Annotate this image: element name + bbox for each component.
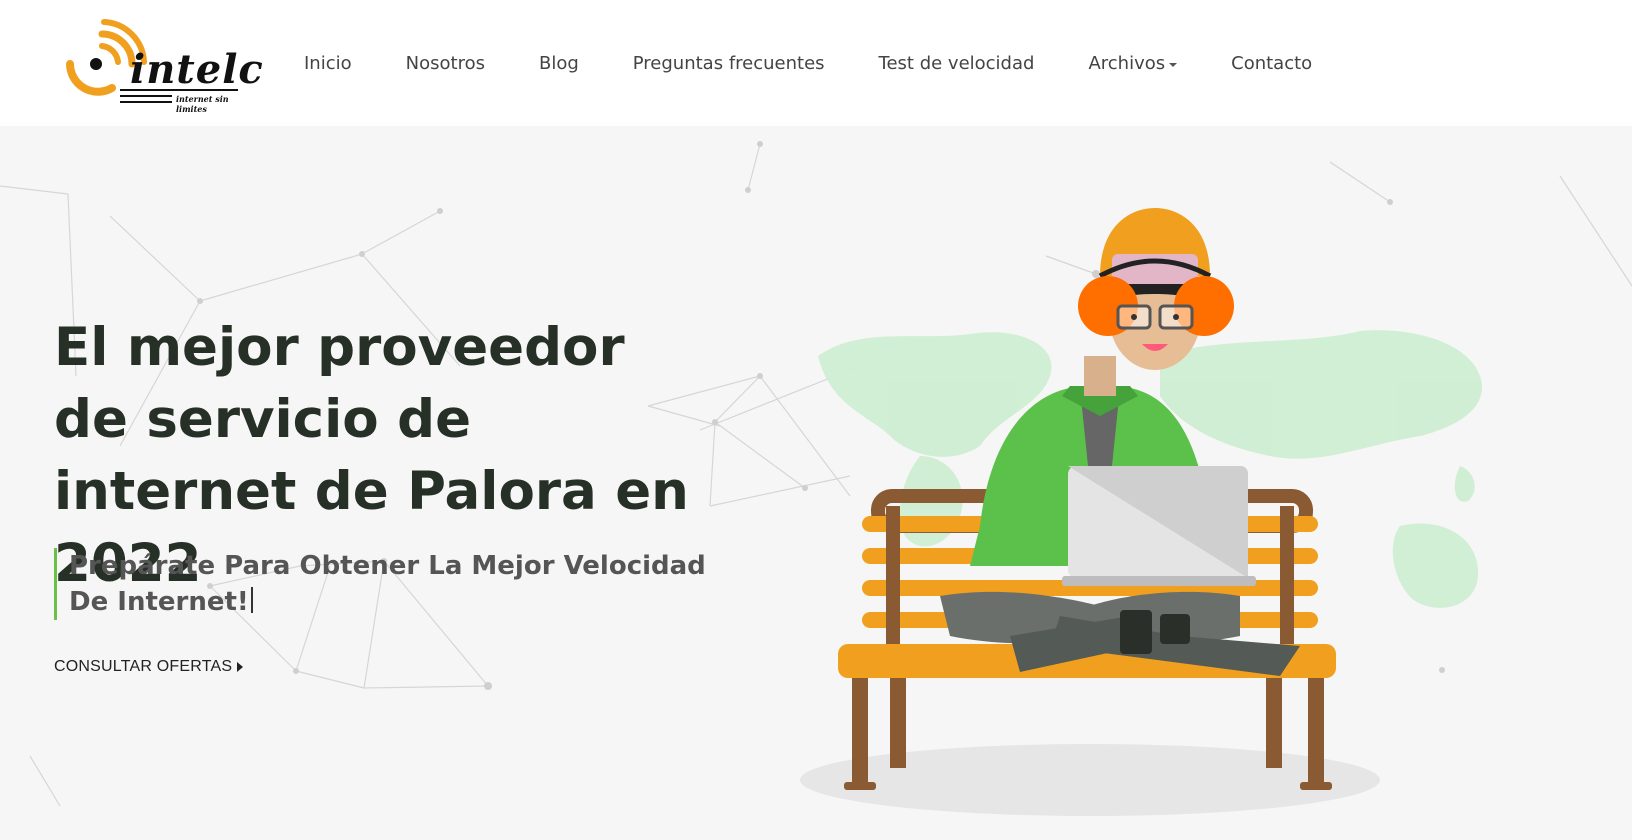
typing-cursor xyxy=(250,587,253,613)
hero-subtitle-text: Prepárate Para Obtener La Mejor Velocida… xyxy=(69,551,706,617)
caret-right-icon xyxy=(237,662,244,672)
site-logo[interactable]: intelc internet sin limites xyxy=(62,16,264,114)
logo-tagline: internet sin limites xyxy=(176,94,229,114)
cta-label: CONSULTAR OFERTAS xyxy=(54,658,233,675)
nav-item-inicio[interactable]: Inicio xyxy=(304,48,352,78)
caret-down-icon xyxy=(1169,62,1178,67)
hero-subtitle: Prepárate Para Obtener La Mejor Velocida… xyxy=(54,548,714,620)
hero-section: El mejor proveedor de servicio de intern… xyxy=(0,126,1632,840)
nav-item-archivos[interactable]: Archivos xyxy=(1088,48,1178,78)
nav-item-label: Archivos xyxy=(1088,52,1166,74)
logo-wordmark: intelc xyxy=(130,46,264,93)
nav-item-nosotros[interactable]: Nosotros xyxy=(406,48,485,78)
nav-item-test-de-velocidad[interactable]: Test de velocidad xyxy=(879,48,1035,78)
nav-item-label: Nosotros xyxy=(405,52,485,74)
nav-item-preguntas-frecuentes[interactable]: Preguntas frecuentes xyxy=(633,48,825,78)
nav-item-label: Inicio xyxy=(304,52,352,74)
consultar-ofertas-link[interactable]: CONSULTAR OFERTAS xyxy=(54,658,244,676)
nav-item-label: Test de velocidad xyxy=(878,52,1035,74)
nav-item-label: Preguntas frecuentes xyxy=(632,52,825,74)
nav-item-blog[interactable]: Blog xyxy=(539,48,579,78)
nav-item-contacto[interactable]: Contacto xyxy=(1231,48,1312,78)
site-header: intelc internet sin limites Inicio Nosot… xyxy=(0,0,1632,126)
main-nav: Inicio Nosotros Blog Preguntas frecuente… xyxy=(304,48,1366,78)
hero-illustration xyxy=(800,208,1482,816)
nav-item-label: Blog xyxy=(538,52,579,74)
nav-item-label: Contacto xyxy=(1231,52,1313,74)
